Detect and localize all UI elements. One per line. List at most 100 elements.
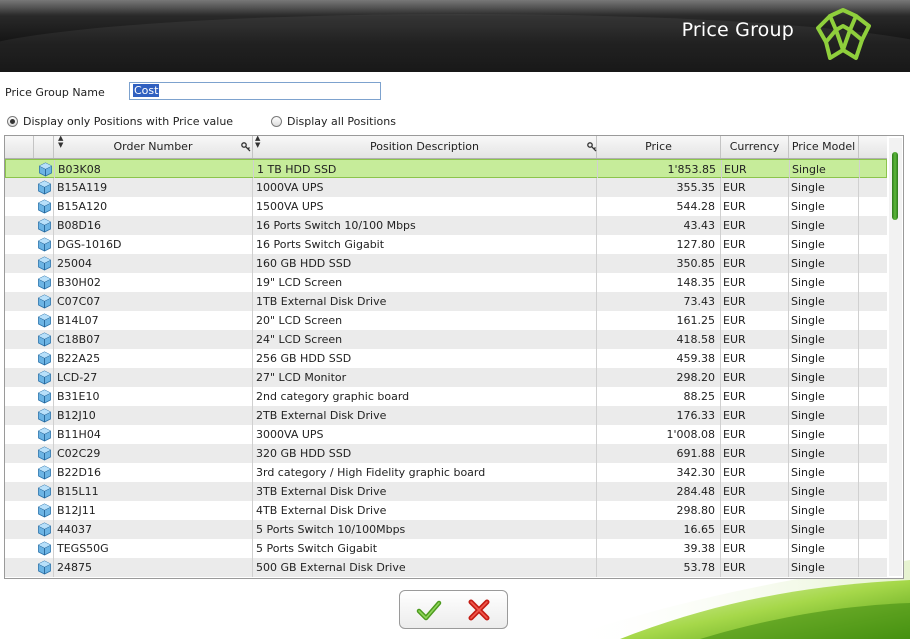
order-number-cell[interactable]: 24875 [54, 558, 253, 577]
currency-cell[interactable]: EUR [721, 273, 789, 292]
description-cell[interactable]: 19" LCD Screen [253, 273, 597, 292]
currency-cell[interactable]: EUR [721, 330, 789, 349]
confirm-checkmark-icon[interactable] [416, 597, 442, 623]
table-row[interactable]: B11H04 3000VA UPS 1'008.08 EUR Single [5, 425, 887, 444]
table-row[interactable]: B15A119 1000VA UPS 355.35 EUR Single [5, 178, 887, 197]
order-number-cell[interactable]: C07C07 [54, 292, 253, 311]
price-cell[interactable]: 298.80 [597, 501, 721, 520]
header-currency[interactable]: Currency [721, 136, 789, 158]
order-number-cell[interactable]: B11H04 [54, 425, 253, 444]
table-row[interactable]: DGS-1016D 16 Ports Switch Gigabit 127.80 EU… [5, 235, 887, 254]
order-number-cell[interactable]: B03K08 [55, 160, 254, 179]
description-cell[interactable]: 2TB External Disk Drive [253, 406, 597, 425]
header-price-model[interactable]: Price Model [789, 136, 859, 158]
table-row[interactable]: TEGS50G 5 Ports Switch Gigabit 39.38 EUR Sin… [5, 539, 887, 558]
price-model-cell[interactable]: Single [789, 292, 859, 311]
currency-cell[interactable]: EUR [721, 235, 789, 254]
currency-cell[interactable]: EUR [721, 292, 789, 311]
currency-cell[interactable]: EUR [721, 558, 789, 577]
table-row[interactable]: C18B07 24" LCD Screen 418.58 EUR Single [5, 330, 887, 349]
price-cell[interactable]: 16.65 [597, 520, 721, 539]
order-number-cell[interactable]: 25004 [54, 254, 253, 273]
price-cell[interactable]: 350.85 [597, 254, 721, 273]
description-cell[interactable]: 24" LCD Screen [253, 330, 597, 349]
order-number-cell[interactable]: B15A120 [54, 197, 253, 216]
order-number-cell[interactable]: B30H02 [54, 273, 253, 292]
description-cell[interactable]: 1TB External Disk Drive [253, 292, 597, 311]
order-number-cell[interactable]: DGS-1016D [54, 235, 253, 254]
price-group-name-input[interactable]: Cost [129, 82, 381, 100]
table-row[interactable]: B08D16 16 Ports Switch 10/100 Mbps 43.43 EU… [5, 216, 887, 235]
price-model-cell[interactable]: Single [789, 520, 859, 539]
currency-cell[interactable]: EUR [721, 463, 789, 482]
table-row[interactable]: B22A25 256 GB HDD SSD 459.38 EUR Single [5, 349, 887, 368]
price-model-cell[interactable]: Single [789, 463, 859, 482]
currency-cell[interactable]: EUR [721, 406, 789, 425]
order-number-cell[interactable]: B22D16 [54, 463, 253, 482]
price-cell[interactable]: 284.48 [597, 482, 721, 501]
order-number-cell[interactable]: B14L07 [54, 311, 253, 330]
description-cell[interactable]: 1 TB HDD SSD [254, 160, 598, 179]
table-row[interactable]: 24875 500 GB External Disk Drive 53.78 EUR S… [5, 558, 887, 577]
radio-only-priced[interactable]: Display only Positions with Price value [7, 115, 233, 128]
table-row[interactable]: 25004 160 GB HDD SSD 350.85 EUR Single [5, 254, 887, 273]
price-cell[interactable]: 176.33 [597, 406, 721, 425]
order-number-cell[interactable]: B08D16 [54, 216, 253, 235]
description-cell[interactable]: 16 Ports Switch 10/100 Mbps [253, 216, 597, 235]
order-number-cell[interactable]: C18B07 [54, 330, 253, 349]
table-row[interactable]: B03K08 1 TB HDD SSD 1'853.85 EUR Single [5, 159, 887, 179]
sort-arrows-icon[interactable]: ▲ ▼ [58, 136, 63, 149]
order-number-cell[interactable]: B12J11 [54, 501, 253, 520]
header-price[interactable]: Price [597, 136, 721, 158]
price-cell[interactable]: 342.30 [597, 463, 721, 482]
description-cell[interactable]: 3TB External Disk Drive [253, 482, 597, 501]
currency-cell[interactable]: EUR [721, 539, 789, 558]
table-row[interactable]: C07C07 1TB External Disk Drive 73.43 EUR Sin… [5, 292, 887, 311]
header-order-number[interactable]: ▲ ▼ Order Number [54, 136, 253, 158]
price-cell[interactable]: 53.78 [597, 558, 721, 577]
radio-dot-checked[interactable] [7, 116, 18, 127]
price-cell[interactable]: 355.35 [597, 178, 721, 197]
description-cell[interactable]: 500 GB External Disk Drive [253, 558, 597, 577]
description-cell[interactable]: 1500VA UPS [253, 197, 597, 216]
price-cell[interactable]: 148.35 [597, 273, 721, 292]
price-model-cell[interactable]: Single [789, 368, 859, 387]
price-model-cell[interactable]: Single [789, 425, 859, 444]
table-row[interactable]: 44037 5 Ports Switch 10/100Mbps 16.65 EUR Si… [5, 520, 887, 539]
description-cell[interactable]: 16 Ports Switch Gigabit [253, 235, 597, 254]
currency-cell[interactable]: EUR [721, 349, 789, 368]
price-cell[interactable]: 418.58 [597, 330, 721, 349]
price-model-cell[interactable]: Single [789, 387, 859, 406]
order-number-cell[interactable]: TEGS50G [54, 539, 253, 558]
price-model-cell[interactable]: Single [789, 444, 859, 463]
price-cell[interactable]: 459.38 [597, 349, 721, 368]
table-row[interactable]: B30H02 19" LCD Screen 148.35 EUR Single [5, 273, 887, 292]
currency-cell[interactable]: EUR [721, 482, 789, 501]
sort-arrows-icon[interactable]: ▲ ▼ [255, 136, 260, 149]
radio-dot-unchecked[interactable] [271, 116, 282, 127]
price-model-cell[interactable]: Single [789, 178, 859, 197]
table-row[interactable]: C02C29 320 GB HDD SSD 691.88 EUR Single [5, 444, 887, 463]
description-cell[interactable]: 5 Ports Switch 10/100Mbps [253, 520, 597, 539]
price-model-cell[interactable]: Single [789, 254, 859, 273]
currency-cell[interactable]: EUR [721, 387, 789, 406]
price-model-cell[interactable]: Single [789, 539, 859, 558]
order-number-cell[interactable]: LCD-27 [54, 368, 253, 387]
table-row[interactable]: B31E10 2nd category graphic board 88.25 EUR… [5, 387, 887, 406]
price-cell[interactable]: 127.80 [597, 235, 721, 254]
order-number-cell[interactable]: B12J10 [54, 406, 253, 425]
search-key-icon[interactable] [587, 142, 597, 152]
scrollbar-thumb[interactable] [892, 152, 898, 220]
price-cell[interactable]: 73.43 [597, 292, 721, 311]
table-row[interactable]: B15A120 1500VA UPS 544.28 EUR Single [5, 197, 887, 216]
price-cell[interactable]: 298.20 [597, 368, 721, 387]
price-model-cell[interactable]: Single [789, 311, 859, 330]
currency-cell[interactable]: EUR [721, 311, 789, 330]
vertical-scrollbar[interactable] [889, 138, 902, 576]
price-model-cell[interactable]: Single [789, 235, 859, 254]
table-row[interactable]: LCD-27 27" LCD Monitor 298.20 EUR Single [5, 368, 887, 387]
description-cell[interactable]: 5 Ports Switch Gigabit [253, 539, 597, 558]
currency-cell[interactable]: EUR [721, 425, 789, 444]
description-cell[interactable]: 20" LCD Screen [253, 311, 597, 330]
description-cell[interactable]: 3rd category / High Fidelity graphic boa… [253, 463, 597, 482]
